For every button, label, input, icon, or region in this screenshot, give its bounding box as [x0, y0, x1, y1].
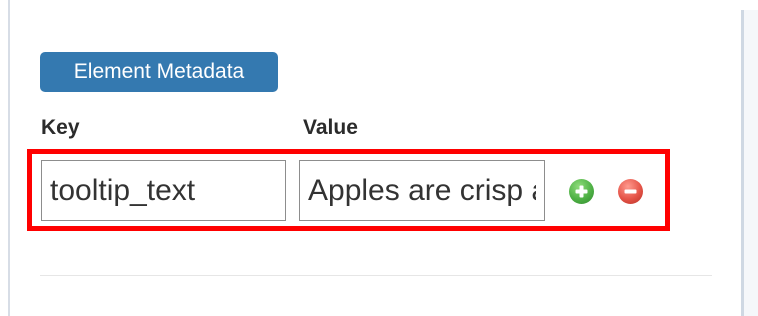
- minus-circle-icon: [624, 189, 637, 194]
- element-metadata-heading: Element Metadata: [40, 52, 278, 92]
- panel-left-border: [0, 0, 10, 316]
- plus-circle-icon: [575, 185, 588, 198]
- remove-metadata-button[interactable]: [618, 179, 643, 204]
- metadata-value-input[interactable]: [299, 160, 545, 221]
- value-column-label: Value: [303, 116, 358, 139]
- key-column-label: Key: [41, 116, 80, 139]
- metadata-key-input[interactable]: [41, 160, 286, 221]
- panel-right-gutter: [744, 10, 758, 316]
- add-metadata-button[interactable]: [569, 179, 594, 204]
- section-divider: [40, 275, 712, 276]
